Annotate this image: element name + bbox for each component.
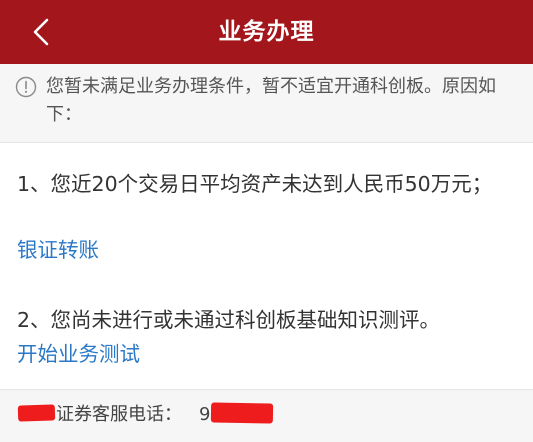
- eligibility-notice: 您暂未满足业务办理条件，暂不适宜开通科创板。原因如下：: [0, 64, 533, 143]
- start-test-link[interactable]: 开始业务测试: [17, 339, 140, 369]
- back-button[interactable]: [22, 12, 62, 52]
- info-icon: [15, 76, 37, 98]
- reason-assets-text: 1、您近20个交易日平均资产未达到人民币50万元；: [17, 172, 493, 196]
- app-header: 业务办理: [0, 0, 533, 64]
- redaction-mark-phone: [210, 402, 274, 424]
- reason-test-text: 2、您尚未进行或未通过科创板基础知识测评。: [17, 308, 441, 332]
- bank-transfer-link[interactable]: 银证转账: [17, 235, 99, 265]
- hotline-label: 证券客服电话：: [56, 404, 182, 425]
- hotline-phone[interactable]: 9: [199, 402, 210, 428]
- chevron-left-icon: [33, 18, 49, 46]
- redaction-mark-company: [17, 404, 56, 422]
- page-title: 业务办理: [218, 19, 315, 45]
- notice-text: 您暂未满足业务办理条件，暂不适宜开通科创板。原因如下：: [46, 76, 496, 125]
